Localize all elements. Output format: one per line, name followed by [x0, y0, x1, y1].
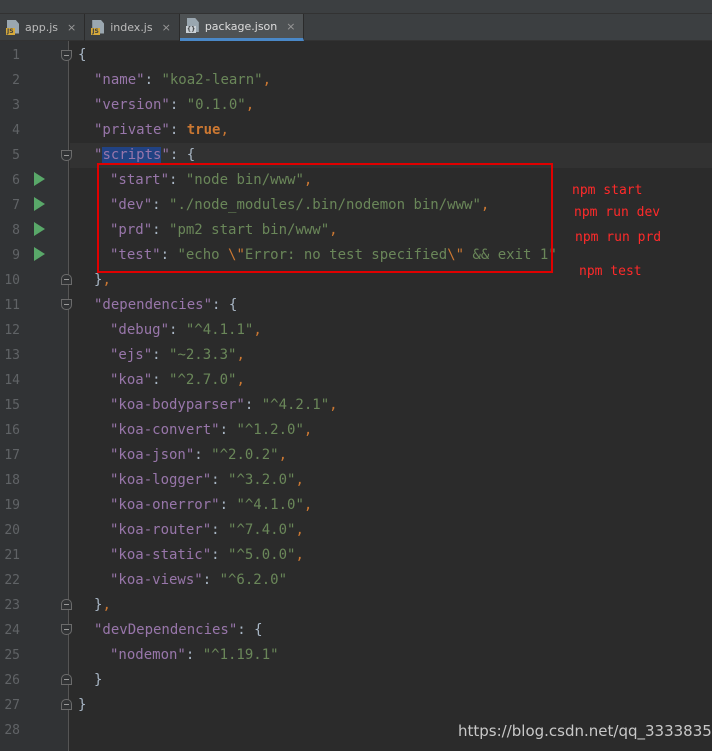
line-number: 1: [12, 48, 20, 63]
line-number: 23: [4, 598, 20, 613]
code-line-16: "koa-convert": "^1.2.0",: [110, 422, 313, 438]
annotation-npm-run-prd: npm run prd: [575, 230, 662, 245]
js-file-icon: JS: [6, 19, 20, 36]
code-line-10: },: [94, 272, 111, 288]
run-script-start-icon[interactable]: [34, 172, 45, 186]
code-line-3: "version": "0.1.0",: [94, 97, 255, 113]
code-line-1: {: [78, 47, 87, 63]
code-line-21: "koa-static": "^5.0.0",: [110, 547, 304, 563]
editor-gutter: 1 2 3 4 5 6 7 8 9 10 11 12 13 14 15 16 1…: [0, 41, 72, 751]
line-number: 16: [4, 423, 20, 438]
fold-end-icon[interactable]: [61, 674, 72, 685]
code-line-13: "ejs": "~2.3.3",: [110, 347, 245, 363]
code-line-7: "dev": "./node_modules/.bin/nodemon bin/…: [110, 197, 490, 213]
code-line-23: },: [94, 597, 111, 613]
tab-label: app.js: [25, 21, 58, 34]
run-script-dev-icon[interactable]: [34, 197, 45, 211]
fold-collapse-icon[interactable]: [61, 299, 72, 310]
line-number: 11: [4, 298, 20, 313]
code-line-26: }: [94, 672, 103, 688]
code-line-19: "koa-onerror": "^4.1.0",: [110, 497, 313, 513]
line-number: 20: [4, 523, 20, 538]
line-number: 19: [4, 498, 20, 513]
line-number: 28: [4, 723, 20, 738]
line-number: 7: [12, 198, 20, 213]
code-line-2: "name": "koa2-learn",: [94, 72, 272, 88]
line-number: 15: [4, 398, 20, 413]
line-number: 12: [4, 323, 20, 338]
code-line-18: "koa-logger": "^3.2.0",: [110, 472, 304, 488]
tab-label: package.json: [204, 19, 278, 33]
close-icon[interactable]: ×: [67, 21, 76, 34]
code-line-25: "nodemon": "^1.19.1": [110, 647, 279, 663]
line-number: 21: [4, 548, 20, 563]
fold-end-icon[interactable]: [61, 599, 72, 610]
line-number: 26: [4, 673, 20, 688]
line-number: 25: [4, 648, 20, 663]
code-line-20: "koa-router": "^7.4.0",: [110, 522, 304, 538]
code-line-8: "prd": "pm2 start bin/www",: [110, 222, 338, 238]
annotation-npm-test: npm test: [579, 264, 642, 279]
annotation-npm-start: npm start: [572, 183, 643, 198]
run-script-prd-icon[interactable]: [34, 222, 45, 236]
line-number: 8: [12, 223, 20, 238]
js-file-icon: JS: [91, 19, 105, 36]
code-line-5: "scripts": {: [70, 143, 712, 168]
code-line-17: "koa-json": "^2.0.2",: [110, 447, 288, 463]
fold-end-icon[interactable]: [61, 699, 72, 710]
close-icon[interactable]: ×: [286, 20, 295, 33]
code-line-12: "debug": "^4.1.1",: [110, 322, 262, 338]
line-number: 4: [12, 123, 20, 138]
window-top-strip: [0, 0, 712, 14]
code-line-27: }: [78, 697, 87, 713]
tab-index-js[interactable]: JS index.js ×: [85, 14, 180, 41]
line-number: 22: [4, 573, 20, 588]
code-editor[interactable]: { "name": "koa2-learn", "version": "0.1.…: [70, 41, 712, 751]
close-icon[interactable]: ×: [162, 21, 171, 34]
line-number: 27: [4, 698, 20, 713]
line-number: 2: [12, 73, 20, 88]
line-number: 24: [4, 623, 20, 638]
editor-tab-bar: JS app.js × JS index.js × {} package.jso…: [0, 14, 712, 41]
line-number: 5: [12, 148, 20, 163]
line-number: 9: [12, 248, 20, 263]
tab-package-json[interactable]: {} package.json ×: [179, 14, 305, 41]
code-line-24: "devDependencies": {: [94, 622, 263, 638]
line-number: 14: [4, 373, 20, 388]
fold-collapse-icon[interactable]: [61, 150, 72, 161]
line-number: 10: [4, 273, 20, 288]
watermark-url: https://blog.csdn.net/qq_33338352: [458, 722, 712, 740]
annotation-npm-run-dev: npm run dev: [574, 205, 661, 220]
code-line-22: "koa-views": "^6.2.0": [110, 572, 288, 588]
fold-collapse-icon[interactable]: [61, 50, 72, 61]
line-number: 17: [4, 448, 20, 463]
fold-collapse-icon[interactable]: [61, 624, 72, 635]
run-script-test-icon[interactable]: [34, 247, 45, 261]
line-number: 6: [12, 173, 20, 188]
code-line-14: "koa": "^2.7.0",: [110, 372, 245, 388]
line-number: 18: [4, 473, 20, 488]
line-number: 13: [4, 348, 20, 363]
tab-app-js[interactable]: JS app.js ×: [0, 14, 86, 41]
code-line-11: "dependencies": {: [94, 297, 238, 313]
code-line-4: "private": true,: [94, 122, 229, 138]
selected-text: scripts: [102, 147, 162, 163]
code-line-9: "test": "echo \"Error: no test specified…: [110, 247, 557, 263]
line-number: 3: [12, 98, 20, 113]
code-line-15: "koa-bodyparser": "^4.2.1",: [110, 397, 338, 413]
fold-end-icon[interactable]: [61, 274, 72, 285]
tab-label: index.js: [110, 21, 153, 34]
code-line-6: "start": "node bin/www",: [110, 172, 313, 188]
json-file-icon: {}: [185, 18, 200, 34]
